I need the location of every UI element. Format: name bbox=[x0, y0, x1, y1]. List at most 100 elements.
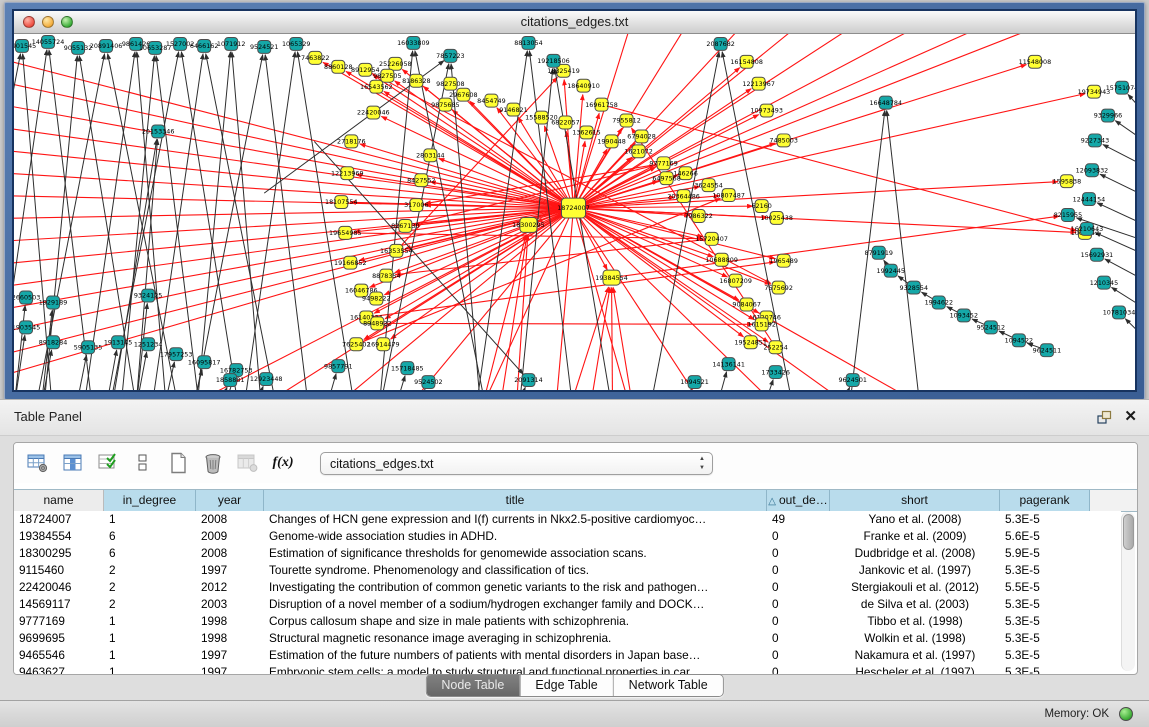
graph-node[interactable]: 1210345 bbox=[1090, 276, 1118, 289]
graph-node[interactable]: 1929189 bbox=[39, 296, 67, 309]
column-header-name[interactable]: name bbox=[14, 490, 104, 511]
network-window[interactable]: citations_edges.txt 74638228860128891295… bbox=[4, 2, 1145, 400]
graph-node[interactable]: 2803144 bbox=[416, 149, 444, 162]
table-vertical-scrollbar[interactable] bbox=[1121, 512, 1135, 671]
graph-node[interactable]: 15692931 bbox=[1081, 248, 1114, 261]
graph-node[interactable]: 9524502 bbox=[414, 376, 442, 389]
graph-node[interactable]: 10025438 bbox=[760, 212, 793, 225]
graph-node[interactable]: 8860128 bbox=[324, 60, 352, 73]
graph-node[interactable]: 7857223 bbox=[436, 49, 464, 62]
graph-node[interactable]: 6822057 bbox=[551, 116, 579, 129]
graph-node[interactable]: 252254 bbox=[763, 341, 787, 354]
graph-node[interactable]: 9329966 bbox=[1094, 109, 1122, 122]
graph-node[interactable]: 3624554 bbox=[694, 179, 722, 192]
citation-network-graph[interactable]: 7463822886012889129542522605898275058186… bbox=[14, 34, 1135, 390]
graph-node[interactable]: 9227343 bbox=[1081, 134, 1109, 147]
graph-node[interactable]: 7575692 bbox=[764, 281, 792, 294]
graph-node[interactable]: 1094522 bbox=[1005, 334, 1033, 347]
graph-node[interactable]: 1595838 bbox=[1053, 175, 1081, 188]
graph-node[interactable]: 2660503 bbox=[14, 291, 40, 304]
tab-edge-table[interactable]: Edge Table bbox=[519, 675, 612, 696]
close-panel-icon[interactable]: ✕ bbox=[1124, 408, 1137, 426]
table-row[interactable]: 977716911998Corpus callosum shape and si… bbox=[14, 613, 1121, 630]
graph-node[interactable]: 12213967 bbox=[742, 77, 775, 90]
graph-node[interactable]: 20364486 bbox=[667, 190, 700, 203]
graph-node[interactable]: 16154808 bbox=[730, 55, 763, 68]
graph-node[interactable]: 9524521 bbox=[250, 40, 278, 53]
tab-node-table[interactable]: Node Table bbox=[426, 675, 519, 696]
table-row[interactable]: 911546021997Tourette syndrome. Phenomeno… bbox=[14, 562, 1121, 579]
graph-node[interactable]: 19524851 bbox=[734, 336, 767, 349]
graph-node[interactable]: 20891406 bbox=[90, 39, 123, 52]
graph-node[interactable]: 8186328 bbox=[402, 74, 430, 87]
graph-node[interactable]: 16033809 bbox=[397, 36, 430, 49]
graph-node[interactable]: 16961758 bbox=[585, 98, 618, 111]
graph-node[interactable]: 2967608 bbox=[449, 88, 477, 101]
table-row[interactable]: 946554611997Estimation of the future num… bbox=[14, 647, 1121, 664]
graph-node[interactable]: 1251234 bbox=[134, 338, 162, 351]
graph-node[interactable]: 15718485 bbox=[391, 362, 424, 375]
graph-node[interactable]: 9498222 bbox=[362, 292, 390, 305]
graph-node[interactable]: 16807209 bbox=[719, 274, 752, 287]
tab-network-table[interactable]: Network Table bbox=[613, 675, 723, 696]
table-header-row[interactable]: namein_degreeyeartitle△out_de…shortpager… bbox=[14, 489, 1137, 512]
graph-node[interactable]: 1913145 bbox=[104, 336, 132, 349]
graph-node[interactable]: 16648784 bbox=[869, 96, 902, 109]
graph-node[interactable]: 16095817 bbox=[188, 356, 221, 369]
graph-node[interactable]: 8948922 bbox=[363, 317, 391, 330]
graph-node[interactable]: 8215955 bbox=[1054, 209, 1082, 222]
graph-node[interactable]: 7955812 bbox=[612, 114, 640, 127]
table-options-icon[interactable] bbox=[26, 451, 50, 475]
scrollbar-thumb[interactable] bbox=[1123, 514, 1134, 550]
column-chooser-icon[interactable] bbox=[61, 451, 85, 475]
column-header-in_degree[interactable]: in_degree bbox=[104, 490, 196, 511]
graph-node[interactable]: 1992445 bbox=[877, 264, 905, 277]
graph-node[interactable]: 1858881 bbox=[216, 374, 244, 387]
graph-node[interactable]: 8918284 bbox=[39, 336, 67, 349]
graph-node[interactable]: 1994622 bbox=[925, 296, 953, 309]
graph-node[interactable]: 18107554 bbox=[325, 196, 358, 209]
graph-node[interactable]: 1733426 bbox=[761, 366, 789, 379]
column-header-title[interactable]: title bbox=[264, 490, 767, 511]
graph-node[interactable]: 9624511 bbox=[1033, 344, 1061, 357]
column-header-year[interactable]: year bbox=[196, 490, 264, 511]
graph-node[interactable]: 5905135 bbox=[74, 341, 102, 354]
graph-node[interactable]: 1071912 bbox=[217, 37, 245, 50]
graph-node[interactable]: 11548008 bbox=[1019, 55, 1052, 68]
graph-node[interactable]: 8878354 bbox=[372, 269, 400, 282]
delete-table-icon[interactable] bbox=[201, 451, 225, 475]
graph-node[interactable]: 16543562 bbox=[360, 80, 393, 93]
table-selector-dropdown[interactable]: citations_edges.txt ▲▼ bbox=[320, 452, 713, 475]
graph-node[interactable]: 12923448 bbox=[250, 373, 283, 386]
graph-node[interactable]: 19166852 bbox=[334, 256, 367, 269]
float-panel-icon[interactable] bbox=[1096, 410, 1112, 425]
graph-node[interactable]: 1990448 bbox=[597, 135, 625, 148]
graph-node[interactable]: 15720407 bbox=[695, 232, 728, 245]
network-canvas[interactable]: 7463822886012889129542522605898275058186… bbox=[14, 34, 1135, 390]
graph-node[interactable]: 25226058 bbox=[379, 57, 412, 70]
graph-node[interactable]: 12093832 bbox=[1076, 164, 1109, 177]
graph-node[interactable]: 8813054 bbox=[514, 36, 542, 49]
network-window-titlebar[interactable]: citations_edges.txt bbox=[14, 11, 1135, 34]
function-builder-icon[interactable]: f(x) bbox=[271, 451, 295, 475]
graph-node[interactable]: 1094521 bbox=[680, 376, 708, 389]
memory-status-icon[interactable] bbox=[1119, 707, 1133, 721]
graph-node[interactable]: 14136141 bbox=[712, 358, 745, 371]
graph-node[interactable]: 2087682 bbox=[706, 37, 734, 50]
graph-node[interactable]: 2718176 bbox=[337, 135, 365, 148]
graph-node[interactable]: 7986322 bbox=[684, 210, 712, 223]
graph-node[interactable]: 16914479 bbox=[367, 338, 400, 351]
table-row[interactable]: 1938455462009Genome-wide association stu… bbox=[14, 528, 1121, 545]
graph-node[interactable]: 8791919 bbox=[865, 246, 893, 259]
graph-node[interactable]: 14055724 bbox=[32, 35, 65, 48]
graph-node[interactable]: 9624501 bbox=[838, 374, 866, 387]
graph-node[interactable]: 9324125 bbox=[134, 289, 162, 302]
graph-node[interactable]: 9328554 bbox=[900, 281, 928, 294]
table-row[interactable]: 1830029562008Estimation of significance … bbox=[14, 545, 1121, 562]
graph-node[interactable]: 18640910 bbox=[567, 79, 600, 92]
graph-node[interactable]: 6794028 bbox=[627, 130, 655, 143]
graph-node[interactable]: 9055132 bbox=[64, 41, 92, 54]
table-row[interactable]: 1872400712008Changes of HCN gene express… bbox=[14, 511, 1121, 528]
graph-node[interactable]: 1065329 bbox=[282, 37, 310, 50]
column-header-pagerank[interactable]: pagerank bbox=[1000, 490, 1090, 511]
